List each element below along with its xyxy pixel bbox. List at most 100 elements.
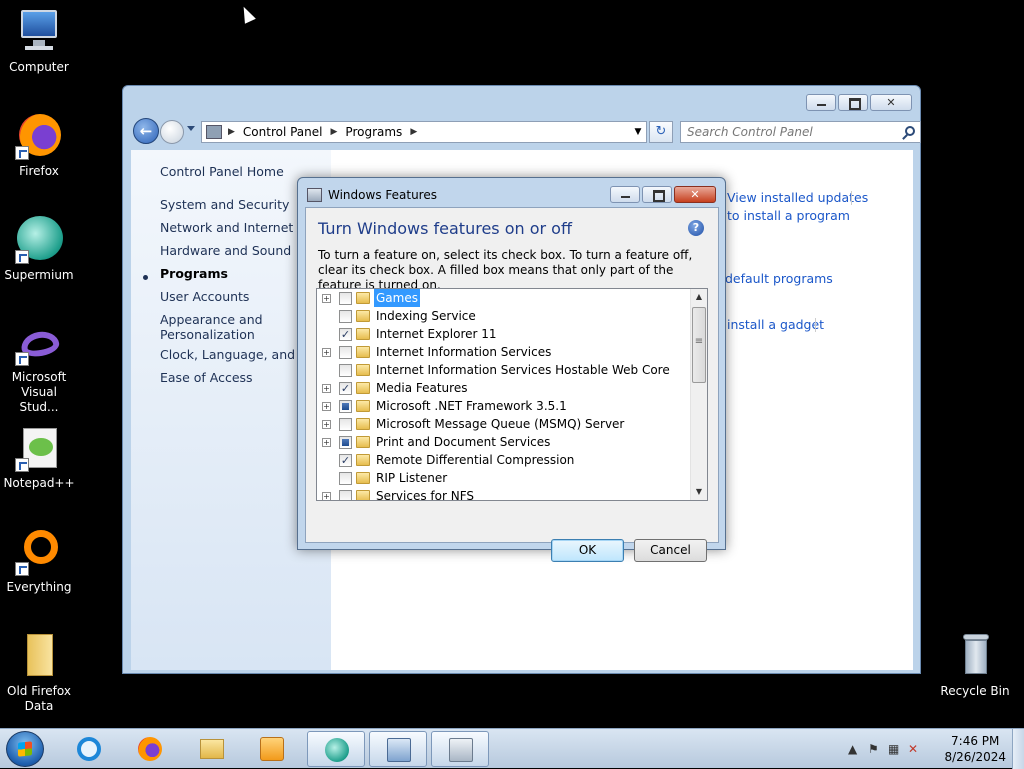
- desktop-icon-supermium[interactable]: Supermium: [1, 216, 77, 283]
- link-install-program[interactable]: to install a program: [727, 208, 850, 223]
- feature-label[interactable]: Internet Explorer 11: [374, 325, 499, 343]
- feature-label[interactable]: Remote Differential Compression: [374, 451, 576, 469]
- feature-checkbox[interactable]: [339, 472, 352, 485]
- breadcrumb-programs[interactable]: Programs: [345, 125, 402, 139]
- taskbar-internet-explorer[interactable]: [60, 731, 118, 767]
- volume-muted-icon[interactable]: ✕: [908, 742, 918, 756]
- feature-checkbox[interactable]: ✓: [339, 328, 352, 341]
- feature-label[interactable]: Media Features: [374, 379, 469, 397]
- close-button[interactable]: [674, 186, 716, 203]
- close-button[interactable]: [870, 94, 912, 111]
- feature-checkbox[interactable]: ✓: [339, 382, 352, 395]
- feature-label[interactable]: Microsoft Message Queue (MSMQ) Server: [374, 415, 626, 433]
- feature-checkbox[interactable]: [339, 490, 352, 500]
- feature-row[interactable]: + Internet Information Services: [317, 343, 691, 361]
- search-icon[interactable]: [905, 126, 915, 136]
- feature-label[interactable]: Print and Document Services: [374, 433, 552, 451]
- chevron-right-icon[interactable]: ▶: [228, 127, 235, 137]
- cancel-button[interactable]: Cancel: [634, 539, 707, 562]
- feature-row[interactable]: ✓ Internet Explorer 11: [317, 325, 691, 343]
- expand-icon[interactable]: +: [322, 492, 331, 500]
- address-dropdown-button[interactable]: ▼: [630, 127, 646, 137]
- scroll-up-icon[interactable]: ▲: [691, 289, 707, 305]
- expand-icon[interactable]: +: [322, 420, 331, 429]
- search-input[interactable]: Search Control Panel: [680, 121, 921, 143]
- feature-checkbox[interactable]: [339, 436, 352, 449]
- link-view-installed-updates[interactable]: View installed updates: [727, 190, 868, 205]
- feature-row[interactable]: RIP Listener: [317, 469, 691, 487]
- expand-icon[interactable]: +: [322, 294, 331, 303]
- sidebar-item-control-panel-home[interactable]: Control Panel Home: [160, 164, 284, 179]
- scroll-down-icon[interactable]: ▼: [691, 484, 707, 500]
- feature-label[interactable]: RIP Listener: [374, 469, 449, 487]
- sidebar-item-programs[interactable]: Programs: [160, 266, 228, 281]
- taskbar-windows-features[interactable]: [431, 731, 489, 767]
- taskbar-media-player[interactable]: [243, 731, 301, 767]
- feature-row[interactable]: Indexing Service: [317, 307, 691, 325]
- feature-label[interactable]: Indexing Service: [374, 307, 478, 325]
- maximize-button[interactable]: [838, 94, 868, 111]
- expand-icon[interactable]: +: [322, 348, 331, 357]
- address-bar[interactable]: ▶ Control Panel ▶ Programs ▶ ▼: [201, 121, 647, 143]
- desktop-icon-computer[interactable]: Computer: [1, 8, 77, 75]
- feature-checkbox[interactable]: [339, 418, 352, 431]
- sidebar-item-user-accounts[interactable]: User Accounts: [160, 289, 249, 304]
- link-default-programs[interactable]: default programs: [725, 271, 833, 286]
- feature-tree-list[interactable]: + Games Indexing Service ✓ Internet Explorer…: [316, 288, 708, 501]
- windows-features-dialog[interactable]: Windows Features Turn Windows features o…: [297, 177, 726, 562]
- minimize-button[interactable]: [610, 186, 640, 203]
- expand-icon[interactable]: +: [322, 402, 331, 411]
- feature-checkbox[interactable]: [339, 292, 352, 305]
- desktop-icon-notepadpp[interactable]: Notepad++: [1, 424, 77, 491]
- maximize-button[interactable]: [642, 186, 672, 203]
- chevron-right-icon[interactable]: ▶: [331, 127, 338, 137]
- recent-pages-dropdown[interactable]: [187, 126, 195, 131]
- forward-button[interactable]: [160, 120, 184, 144]
- desktop-icon-visual-studio[interactable]: Microsoft Visual Stud...: [1, 326, 77, 415]
- show-desktop-button[interactable]: [1012, 729, 1024, 769]
- feature-checkbox[interactable]: [339, 364, 352, 377]
- back-button[interactable]: ←: [133, 118, 159, 144]
- feature-label[interactable]: Internet Information Services: [374, 343, 553, 361]
- start-button[interactable]: [6, 731, 44, 767]
- vertical-scrollbar[interactable]: ▲ ▼: [690, 289, 707, 500]
- help-icon[interactable]: ?: [688, 220, 704, 236]
- minimize-button[interactable]: [806, 94, 836, 111]
- taskbar-file-explorer[interactable]: [183, 731, 241, 767]
- feature-label[interactable]: Services for NFS: [374, 487, 476, 500]
- feature-checkbox[interactable]: [339, 346, 352, 359]
- expand-icon[interactable]: +: [322, 438, 331, 447]
- feature-row[interactable]: Internet Information Services Hostable W…: [317, 361, 691, 379]
- network-icon[interactable]: ▦: [888, 742, 899, 756]
- clock[interactable]: 7:46 PM 8/26/2024: [944, 733, 1006, 765]
- taskbar-firefox[interactable]: [121, 731, 179, 767]
- feature-row[interactable]: + Services for NFS: [317, 487, 691, 500]
- feature-row[interactable]: + Print and Document Services: [317, 433, 691, 451]
- breadcrumb-control-panel[interactable]: Control Panel: [243, 125, 323, 139]
- ok-button[interactable]: OK: [551, 539, 624, 562]
- desktop-icon-old-firefox-data[interactable]: Old Firefox Data: [1, 632, 77, 714]
- taskbar-supermium[interactable]: [307, 731, 365, 767]
- desktop-icon-firefox[interactable]: Firefox: [1, 112, 77, 179]
- feature-checkbox[interactable]: [339, 310, 352, 323]
- link-install-gadget[interactable]: install a gadget: [727, 317, 824, 332]
- sidebar-item-appearance[interactable]: Appearance and Personalization: [160, 312, 270, 342]
- scroll-thumb[interactable]: [692, 307, 706, 383]
- desktop-icon-recycle-bin[interactable]: Recycle Bin: [937, 632, 1013, 699]
- feature-checkbox[interactable]: ✓: [339, 454, 352, 467]
- feature-label[interactable]: Games: [374, 289, 420, 307]
- desktop-icon-everything[interactable]: Everything: [1, 528, 77, 595]
- sidebar-item-network-and-internet[interactable]: Network and Internet: [160, 220, 293, 235]
- feature-row[interactable]: + Games: [317, 289, 691, 307]
- sidebar-item-hardware-and-sound[interactable]: Hardware and Sound: [160, 243, 291, 258]
- feature-row[interactable]: + Microsoft Message Queue (MSMQ) Server: [317, 415, 691, 433]
- feature-label[interactable]: Microsoft .NET Framework 3.5.1: [374, 397, 569, 415]
- refresh-button[interactable]: ↻: [649, 121, 673, 143]
- feature-checkbox[interactable]: [339, 400, 352, 413]
- sidebar-item-system-and-security[interactable]: System and Security: [160, 197, 289, 212]
- taskbar-control-panel[interactable]: [369, 731, 427, 767]
- feature-row[interactable]: ✓ Remote Differential Compression: [317, 451, 691, 469]
- action-center-flag-icon[interactable]: ⚑: [868, 742, 879, 756]
- feature-row[interactable]: + ✓ Media Features: [317, 379, 691, 397]
- expand-icon[interactable]: +: [322, 384, 331, 393]
